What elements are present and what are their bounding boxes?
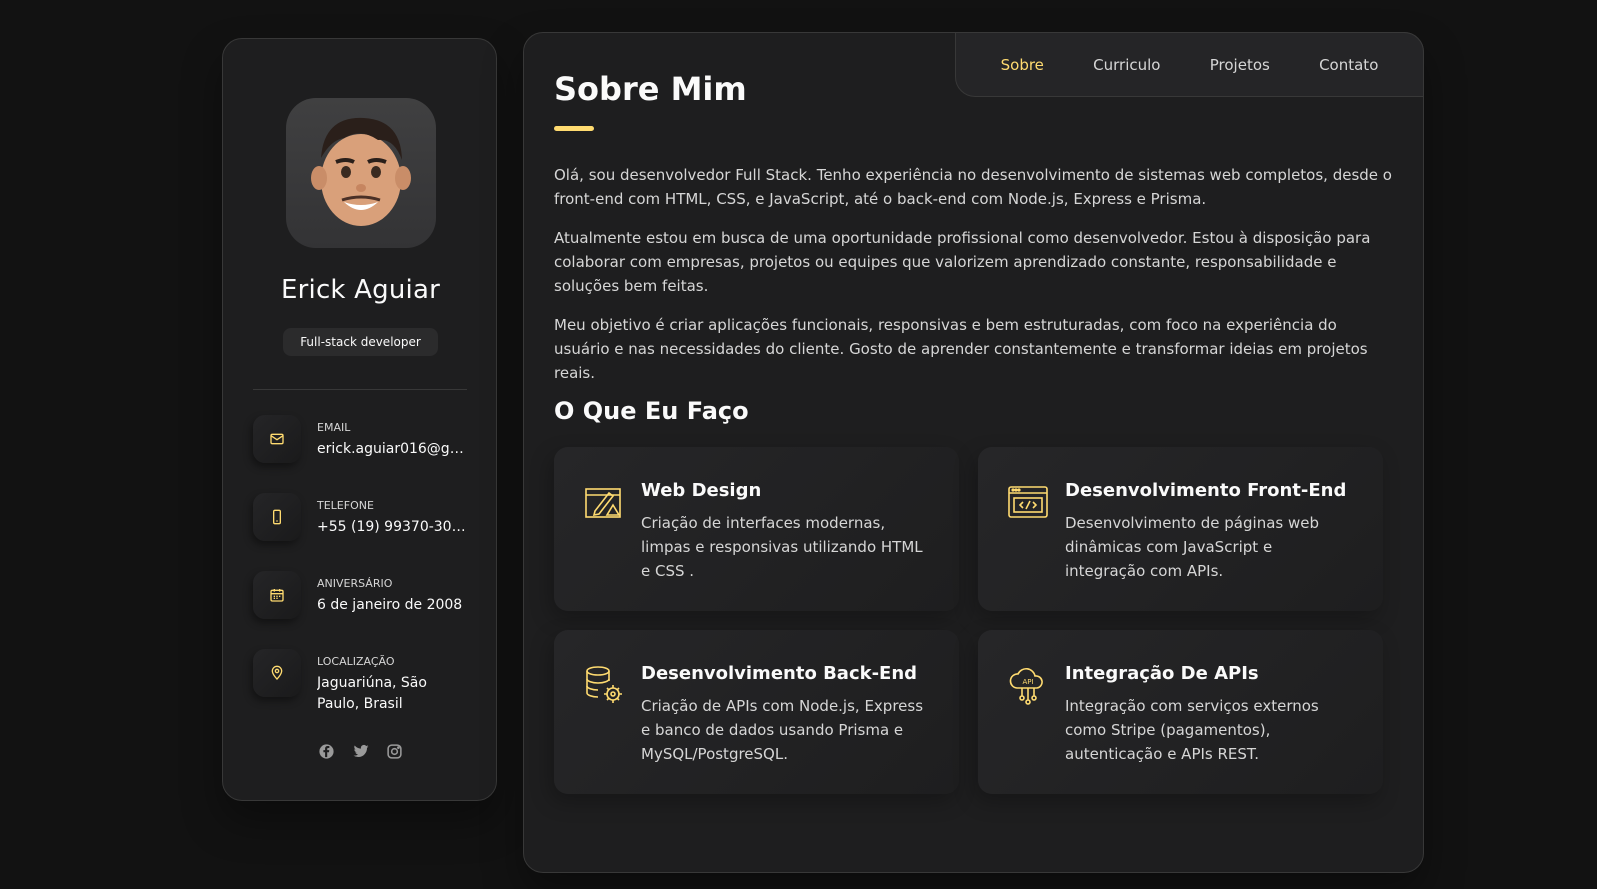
about-paragraph: Atualmente estou em busca de uma oportun…: [554, 229, 1371, 295]
services-title: O Que Eu Faço: [554, 397, 749, 425]
facebook-icon[interactable]: [318, 742, 336, 760]
code-window-icon: [1007, 481, 1049, 523]
nav-item-contato[interactable]: Contato: [1319, 56, 1378, 74]
page-title: Sobre Mim: [554, 70, 747, 108]
instagram-icon[interactable]: [386, 742, 404, 760]
service-card-back-end: Desenvolvimento Back-End Criação de APIs…: [554, 630, 959, 794]
about-paragraph: Meu objetivo é criar aplicações funciona…: [554, 316, 1368, 382]
design-icon: [583, 481, 625, 523]
phone-link[interactable]: +55 (19) 99370-3074: [317, 517, 467, 538]
service-title: Integração De APIs: [1065, 663, 1259, 684]
contact-label: TELEFONE: [317, 499, 374, 512]
svg-text:API: API: [1022, 678, 1033, 686]
mail-icon: [253, 415, 301, 463]
title-underline: [554, 126, 594, 131]
profile-name: Erick Aguiar: [281, 275, 440, 305]
service-text: Criação de APIs com Node.js, Express e b…: [641, 697, 924, 763]
service-card-front-end: Desenvolvimento Front-End Desenvolviment…: [978, 447, 1383, 611]
birthday-value: 6 de janeiro de 2008: [317, 597, 463, 613]
api-cloud-icon: API: [1007, 664, 1049, 706]
calendar-icon: [253, 571, 301, 619]
service-card-web-design: Web Design Criação de interfaces moderna…: [554, 447, 959, 611]
top-navbar: Sobre Curriculo Projetos Contato: [955, 32, 1424, 97]
service-title: Web Design: [641, 480, 762, 501]
service-text: Criação de interfaces modernas, limpas e…: [641, 514, 923, 580]
service-card-api: API Integração De APIs Integração com se…: [978, 630, 1383, 794]
location-value: Jaguariúna, São Paulo, Brasil: [317, 675, 427, 712]
about-text: Olá, sou desenvolvedor Full Stack. Tenho…: [554, 163, 1396, 400]
role-badge: Full-stack developer: [283, 328, 438, 356]
nav-item-sobre[interactable]: Sobre: [1001, 56, 1044, 74]
service-title: Desenvolvimento Back-End: [641, 663, 918, 684]
contact-label: EMAIL: [317, 421, 351, 434]
service-title: Desenvolvimento Front-End: [1065, 480, 1347, 501]
phone-icon: [253, 493, 301, 541]
about-paragraph: Olá, sou desenvolvedor Full Stack. Tenho…: [554, 166, 1392, 208]
memoji-avatar-icon: [311, 117, 411, 226]
divider: [253, 389, 467, 390]
contact-label: ANIVERSÁRIO: [317, 577, 393, 590]
nav-item-curriculo[interactable]: Curriculo: [1093, 56, 1160, 74]
service-text: Integração com serviços externos como St…: [1065, 697, 1319, 763]
social-links: [223, 742, 498, 760]
contact-label: LOCALIZAÇÃO: [317, 655, 395, 668]
twitter-icon[interactable]: [352, 742, 370, 760]
email-link[interactable]: erick.aguiar016@gm...: [317, 439, 467, 460]
avatar: [286, 98, 436, 248]
nav-item-projetos[interactable]: Projetos: [1210, 56, 1270, 74]
database-gear-icon: [583, 664, 625, 706]
location-icon: [253, 649, 301, 697]
service-text: Desenvolvimento de páginas web dinâmicas…: [1065, 514, 1319, 580]
profile-sidebar: Erick Aguiar Full-stack developer EMAIL …: [222, 38, 497, 801]
main-panel: Sobre Curriculo Projetos Contato Sobre M…: [523, 32, 1424, 873]
